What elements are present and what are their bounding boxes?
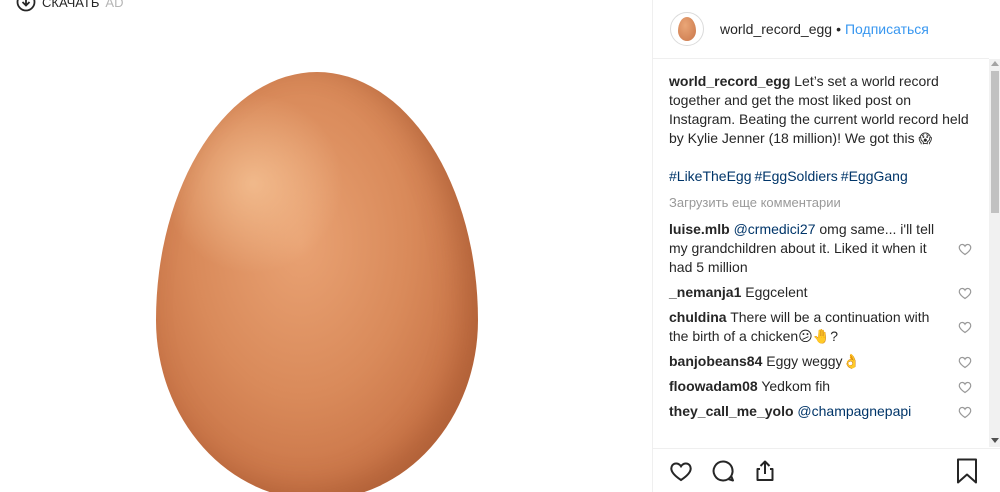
comment-mention[interactable]: @crmedici27 <box>734 221 816 237</box>
scroll-up-arrow-icon[interactable] <box>991 61 999 66</box>
small-heart-icon[interactable] <box>957 354 973 370</box>
download-ghost-text: AD <box>105 0 124 10</box>
comment-text: Eggcelent <box>741 284 808 300</box>
header-username[interactable]: world_record_egg <box>720 21 832 37</box>
comment-mention[interactable]: @champagnepapi <box>797 403 911 419</box>
caption-username[interactable]: world_record_egg <box>669 73 790 89</box>
small-heart-icon[interactable] <box>957 241 973 257</box>
comment-username[interactable]: chuldina <box>669 309 727 325</box>
avatar[interactable] <box>670 12 704 46</box>
avatar-egg-image <box>678 17 696 41</box>
post-caption: world_record_egg Let’s set a world recor… <box>669 72 973 148</box>
comment-item: banjobeans84 Eggy weggy👌 <box>669 352 973 371</box>
post-photo[interactable]: СКАЧАТЬ AD <box>0 0 652 492</box>
download-icon <box>16 0 36 12</box>
comments-list[interactable]: world_record_egg Let’s set a world recor… <box>653 60 989 448</box>
scroll-down-arrow-icon[interactable] <box>991 438 999 443</box>
comment-item: _nemanja1 Eggcelent <box>669 283 973 302</box>
caption-emoji: 😱 <box>918 131 933 146</box>
comment-username[interactable]: banjobeans84 <box>669 353 762 369</box>
comment-username[interactable]: they_call_me_yolo <box>669 403 794 419</box>
small-heart-icon[interactable] <box>957 379 973 395</box>
small-heart-icon[interactable] <box>957 285 973 301</box>
comment-text: Yedkom fih <box>757 378 831 394</box>
load-more-comments-button[interactable]: Загрузить еще комментарии <box>669 194 973 212</box>
hashtag-link[interactable]: #EggGang <box>841 168 908 184</box>
heart-icon <box>670 461 692 481</box>
post-header: world_record_egg • Подписаться <box>653 0 989 59</box>
comment-username[interactable]: floowadam08 <box>669 378 758 394</box>
follow-button[interactable]: Подписаться <box>845 21 929 37</box>
comment-item: they_call_me_yolo @champagnepapi <box>669 402 973 421</box>
share-button[interactable] <box>751 457 779 485</box>
comment-item: floowadam08 Yedkom fih <box>669 377 973 396</box>
comment-item: chuldina There will be a continuation wi… <box>669 308 973 346</box>
hashtag-link[interactable]: #LikeTheEgg <box>669 168 752 184</box>
small-heart-icon[interactable] <box>957 404 973 420</box>
comment-username[interactable]: luise.mlb <box>669 221 730 237</box>
post-side-panel: world_record_egg • Подписаться world_rec… <box>652 0 1000 492</box>
scroll-thumb[interactable] <box>991 71 999 213</box>
comment-icon <box>712 459 734 481</box>
hashtag-link[interactable]: #EggSoldiers <box>755 168 838 184</box>
save-button[interactable] <box>955 457 979 485</box>
comments-scrollbar[interactable] <box>989 59 1000 447</box>
like-button[interactable] <box>667 457 695 485</box>
comment-username[interactable]: _nemanja1 <box>669 284 741 300</box>
download-label: СКАЧАТЬ <box>42 0 100 10</box>
download-button[interactable]: СКАЧАТЬ AD <box>16 0 123 12</box>
share-icon <box>756 460 774 481</box>
comment-text: Eggy weggy👌 <box>762 353 860 369</box>
comment-button[interactable] <box>709 457 737 485</box>
hashtags: #LikeTheEgg #EggSoldiers #EggGang <box>669 167 973 186</box>
post-actions-bar <box>653 448 1000 492</box>
bookmark-icon <box>957 458 977 484</box>
egg-image <box>156 72 478 492</box>
small-heart-icon[interactable] <box>957 319 973 335</box>
comment-item: luise.mlb @crmedici27 omg same... i'll t… <box>669 220 973 277</box>
header-separator: • <box>836 21 841 37</box>
